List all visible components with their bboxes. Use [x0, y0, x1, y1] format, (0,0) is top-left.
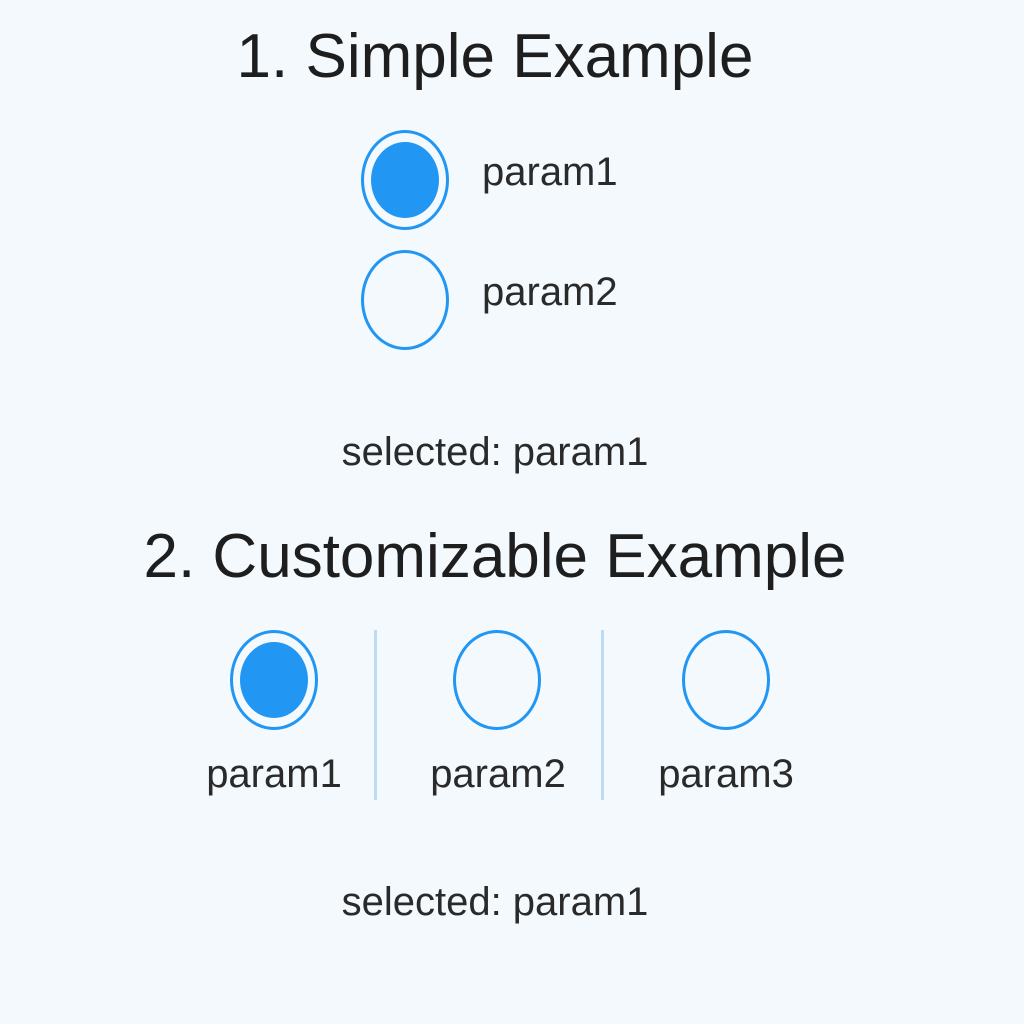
radio-dot — [371, 142, 439, 218]
option-divider — [374, 630, 377, 800]
radio-dot — [240, 642, 308, 718]
custom-radio-param3[interactable] — [682, 630, 770, 730]
simple-radio-param1[interactable] — [361, 130, 449, 230]
custom-label-param2: param2 — [430, 752, 566, 796]
simple-selected-text: selected: param1 — [341, 430, 649, 474]
custom-label-param1: param1 — [206, 752, 342, 796]
simple-example-title: 1. Simple Example — [236, 22, 754, 91]
custom-option-param2[interactable]: param2 — [420, 630, 576, 800]
custom-option-param3[interactable]: param3 — [648, 630, 804, 800]
option-divider — [601, 630, 604, 800]
custom-label-param3: param3 — [658, 752, 794, 796]
custom-example-title: 2. Customizable Example — [143, 522, 847, 591]
custom-radio-param2[interactable] — [453, 630, 541, 730]
custom-selected-text: selected: param1 — [341, 880, 649, 924]
simple-label-param2[interactable]: param2 — [482, 272, 618, 312]
simple-label-param1[interactable]: param1 — [482, 152, 618, 192]
custom-option-param1[interactable]: param1 — [196, 630, 352, 800]
custom-radio-param1[interactable] — [230, 630, 318, 730]
simple-radio-param2[interactable] — [361, 250, 449, 350]
